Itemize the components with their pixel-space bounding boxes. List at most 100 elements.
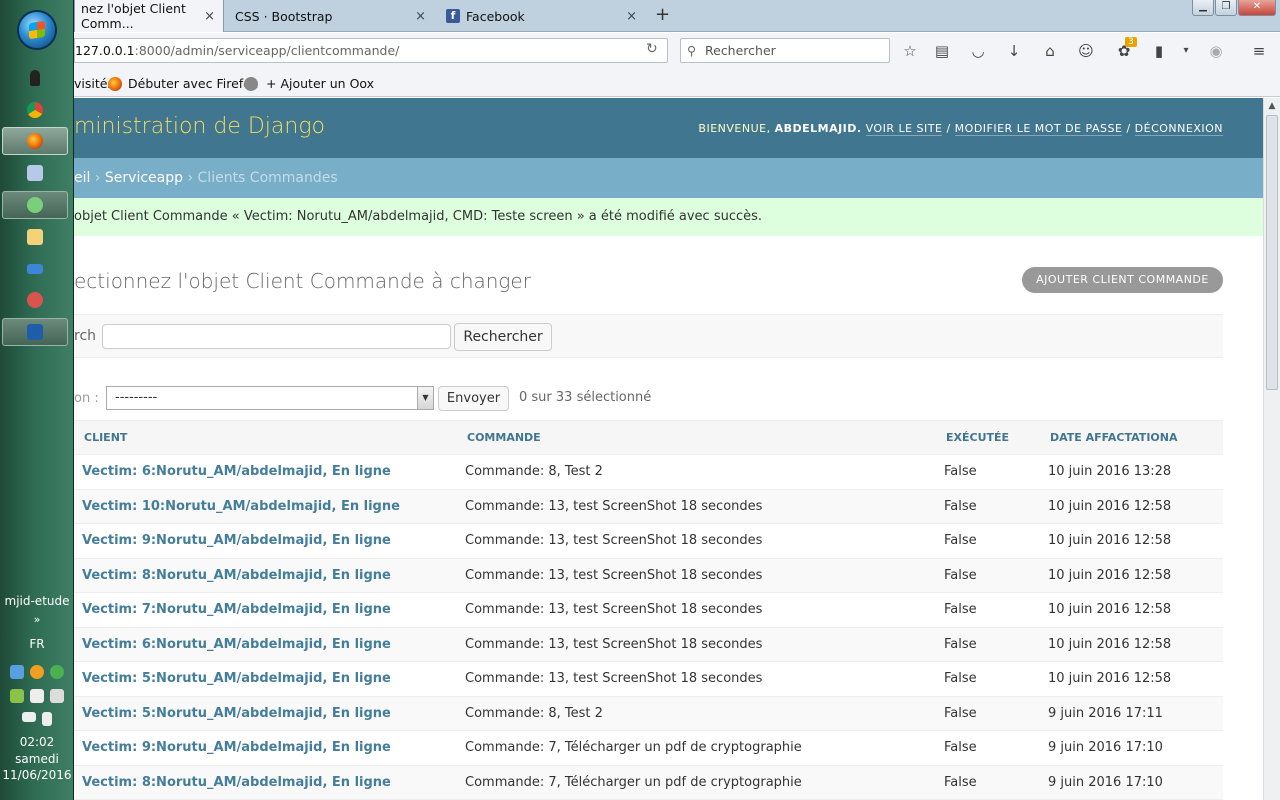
sync-icon[interactable]: ◉ xyxy=(1207,42,1225,60)
table-row[interactable]: Vectim: 8:Norutu_AM/abdelmajid, En ligne… xyxy=(74,558,1223,593)
taskbar-app-keyboard[interactable] xyxy=(2,255,68,283)
volume-icon[interactable] xyxy=(42,712,52,726)
envoyer-button[interactable]: Envoyer xyxy=(438,386,509,411)
date-cell: 10 juin 2016 13:28 xyxy=(1040,454,1223,490)
start-button[interactable] xyxy=(17,10,57,50)
executee-cell-text: False xyxy=(944,705,977,721)
table-row[interactable]: Vectim: 9:Norutu_AM/abdelmajid, En ligne… xyxy=(74,523,1223,559)
client-cell: Vectim: 7:Norutu_AM/abdelmajid, En ligne xyxy=(74,592,457,628)
action-select[interactable]: --------- ▼ xyxy=(106,386,434,410)
tab-close-icon[interactable]: × xyxy=(204,9,215,24)
table-row[interactable]: Vectim: 7:Norutu_AM/abdelmajid, En ligne… xyxy=(74,592,1223,628)
minimize-button[interactable]: ▁ xyxy=(1192,0,1214,16)
table-row[interactable]: Vectim: 6:Norutu_AM/abdelmajid, En ligne… xyxy=(74,627,1223,662)
table-row[interactable]: Vectim: 6:Norutu_AM/abdelmajid, En ligne… xyxy=(74,454,1223,490)
view-site-link[interactable]: VOIR LE SITE xyxy=(865,122,943,136)
table-row[interactable]: Vectim: 8:Norutu_AM/abdelmajid, En ligne… xyxy=(74,765,1223,800)
clock-time[interactable]: 02:02 xyxy=(0,735,74,749)
taskbar-app-chess[interactable] xyxy=(2,64,68,92)
logout-link[interactable]: DÉCONNEXION xyxy=(1134,122,1223,136)
table-row[interactable]: Vectim: 10:Norutu_AM/abdelmajid, En lign… xyxy=(74,489,1223,524)
new-tab-button[interactable]: + xyxy=(655,4,670,25)
tab-close-icon[interactable]: × xyxy=(415,9,426,24)
bookmark-getting-started[interactable]: Débuter avec Firefox xyxy=(108,76,258,91)
reload-icon[interactable]: ↻ xyxy=(646,41,658,57)
column-header-executee[interactable]: EXÉCUTÉE xyxy=(936,420,1040,455)
column-header-date[interactable]: DATE AFFACTATIONA xyxy=(1040,420,1223,455)
table-row[interactable]: Vectim: 5:Norutu_AM/abdelmajid, En ligne… xyxy=(74,661,1223,697)
avast-icon[interactable] xyxy=(30,665,44,679)
usb-icon[interactable] xyxy=(50,689,64,703)
signal-icon[interactable] xyxy=(22,712,36,722)
globe-icon[interactable] xyxy=(50,665,64,679)
reading-list-icon[interactable]: ▤ xyxy=(933,42,951,60)
table-row[interactable]: Vectim: 5:Norutu_AM/abdelmajid, En ligne… xyxy=(74,696,1223,731)
clock-day[interactable]: samedi xyxy=(0,752,74,766)
taskbar-app-explorer[interactable] xyxy=(2,223,68,251)
client-link[interactable]: Vectim: 8:Norutu_AM/abdelmajid, En ligne xyxy=(74,775,457,790)
flag-icon[interactable] xyxy=(30,689,44,703)
column-header-client[interactable]: CLIENT xyxy=(74,420,457,455)
taskbar-app-chrome[interactable] xyxy=(2,96,68,124)
shield-icon[interactable] xyxy=(10,689,24,703)
pocket-icon[interactable]: ◡ xyxy=(969,42,987,60)
tray-language[interactable]: FR xyxy=(0,637,74,651)
chevron-down-icon[interactable]: ▼ xyxy=(417,387,433,409)
hello-chat-icon[interactable]: ☺ xyxy=(1077,42,1095,60)
tab-close-icon[interactable]: × xyxy=(626,9,637,24)
client-link[interactable]: Vectim: 10:Norutu_AM/abdelmajid, En lign… xyxy=(74,499,457,514)
tab-django-admin[interactable]: nez l'objet Client Comm... × xyxy=(74,0,224,32)
add-client-commande-button[interactable]: AJOUTER CLIENT COMMANDE xyxy=(1022,267,1223,293)
client-link[interactable]: Vectim: 7:Norutu_AM/abdelmajid, En ligne xyxy=(74,602,457,617)
date-cell: 10 juin 2016 12:58 xyxy=(1040,661,1223,697)
taskbar-app-android-studio[interactable] xyxy=(2,191,68,219)
search-input[interactable] xyxy=(102,324,451,349)
change-password-link[interactable]: MODIFIER LE MOT DE PASSE xyxy=(954,122,1123,136)
breadcrumb-app[interactable]: Serviceapp xyxy=(105,170,183,186)
scroll-up-icon[interactable]: ▲ xyxy=(1264,98,1280,114)
taskbar-app-powershell[interactable] xyxy=(2,318,68,346)
search-button[interactable]: Rechercher xyxy=(454,323,552,351)
client-link[interactable]: Vectim: 6:Norutu_AM/abdelmajid, En ligne xyxy=(74,464,457,479)
scrollbar-thumb[interactable] xyxy=(1266,115,1278,390)
bookmark-add-oox[interactable]: + Ajouter un Oox xyxy=(244,76,374,91)
maximize-button[interactable]: ❐ xyxy=(1215,0,1237,16)
clock-date[interactable]: 11/06/2016 xyxy=(0,768,74,782)
commande-cell-text: Commande: 7, Télécharger un pdf de crypt… xyxy=(465,740,802,756)
site-branding[interactable]: ministration de Django xyxy=(74,114,325,139)
taskbar-app-virtualbox[interactable] xyxy=(2,159,68,187)
client-link[interactable]: Vectim: 5:Norutu_AM/abdelmajid, En ligne xyxy=(74,706,457,721)
tab-facebook[interactable]: f Facebook × xyxy=(440,0,645,32)
tab-bootstrap[interactable]: CSS · Bootstrap × xyxy=(229,0,434,32)
search-icon: ⚲ xyxy=(687,43,697,58)
tray-username[interactable]: mjid-etude xyxy=(0,594,74,608)
commande-cell: Commande: 13, test ScreenShot 18 seconde… xyxy=(457,661,936,697)
url-host: 127.0.0.1 xyxy=(75,43,135,58)
client-link[interactable]: Vectim: 6:Norutu_AM/abdelmajid, En ligne xyxy=(74,637,457,652)
django-header: ministration de Django BIENVENUE, ABDELM… xyxy=(74,98,1263,158)
clipboard-icon[interactable]: ▮ xyxy=(1150,42,1168,60)
client-link[interactable]: Vectim: 5:Norutu_AM/abdelmajid, En ligne xyxy=(74,671,457,686)
date-cell-text: 9 juin 2016 17:11 xyxy=(1048,705,1163,721)
close-window-button[interactable]: ✕ xyxy=(1238,0,1276,16)
download-icon[interactable]: ↓ xyxy=(1005,42,1023,60)
url-bar[interactable]: 127.0.0.1:8000/admin/serviceapp/clientco… xyxy=(74,38,668,63)
column-header-commande[interactable]: COMMANDE xyxy=(457,420,936,455)
client-link[interactable]: Vectim: 8:Norutu_AM/abdelmajid, En ligne xyxy=(74,568,457,583)
client-link[interactable]: Vectim: 9:Norutu_AM/abdelmajid, En ligne xyxy=(74,740,457,755)
taskbar-app-firefox[interactable] xyxy=(2,127,68,155)
menu-icon[interactable]: ≡ xyxy=(1250,42,1268,60)
firefox-icon xyxy=(27,133,43,149)
browser-search-bar[interactable]: ⚲ Rechercher xyxy=(680,38,890,63)
taskbar-app-network[interactable] xyxy=(2,286,68,314)
breadcrumb-home[interactable]: eil xyxy=(74,170,90,186)
vertical-scrollbar[interactable]: ▲ xyxy=(1263,98,1280,800)
table-row[interactable]: Vectim: 9:Norutu_AM/abdelmajid, En ligne… xyxy=(74,730,1223,766)
dropdown-arrow-icon[interactable]: ▾ xyxy=(1177,42,1195,60)
home-icon[interactable]: ⌂ xyxy=(1041,42,1059,60)
tray-expand-icon[interactable]: » xyxy=(0,613,74,626)
client-link[interactable]: Vectim: 9:Norutu_AM/abdelmajid, En ligne xyxy=(74,533,457,548)
browser-nav-bar: 127.0.0.1:8000/admin/serviceapp/clientco… xyxy=(74,33,1280,69)
bookmark-star-icon[interactable]: ☆ xyxy=(901,42,919,60)
update-icon[interactable] xyxy=(10,665,24,679)
